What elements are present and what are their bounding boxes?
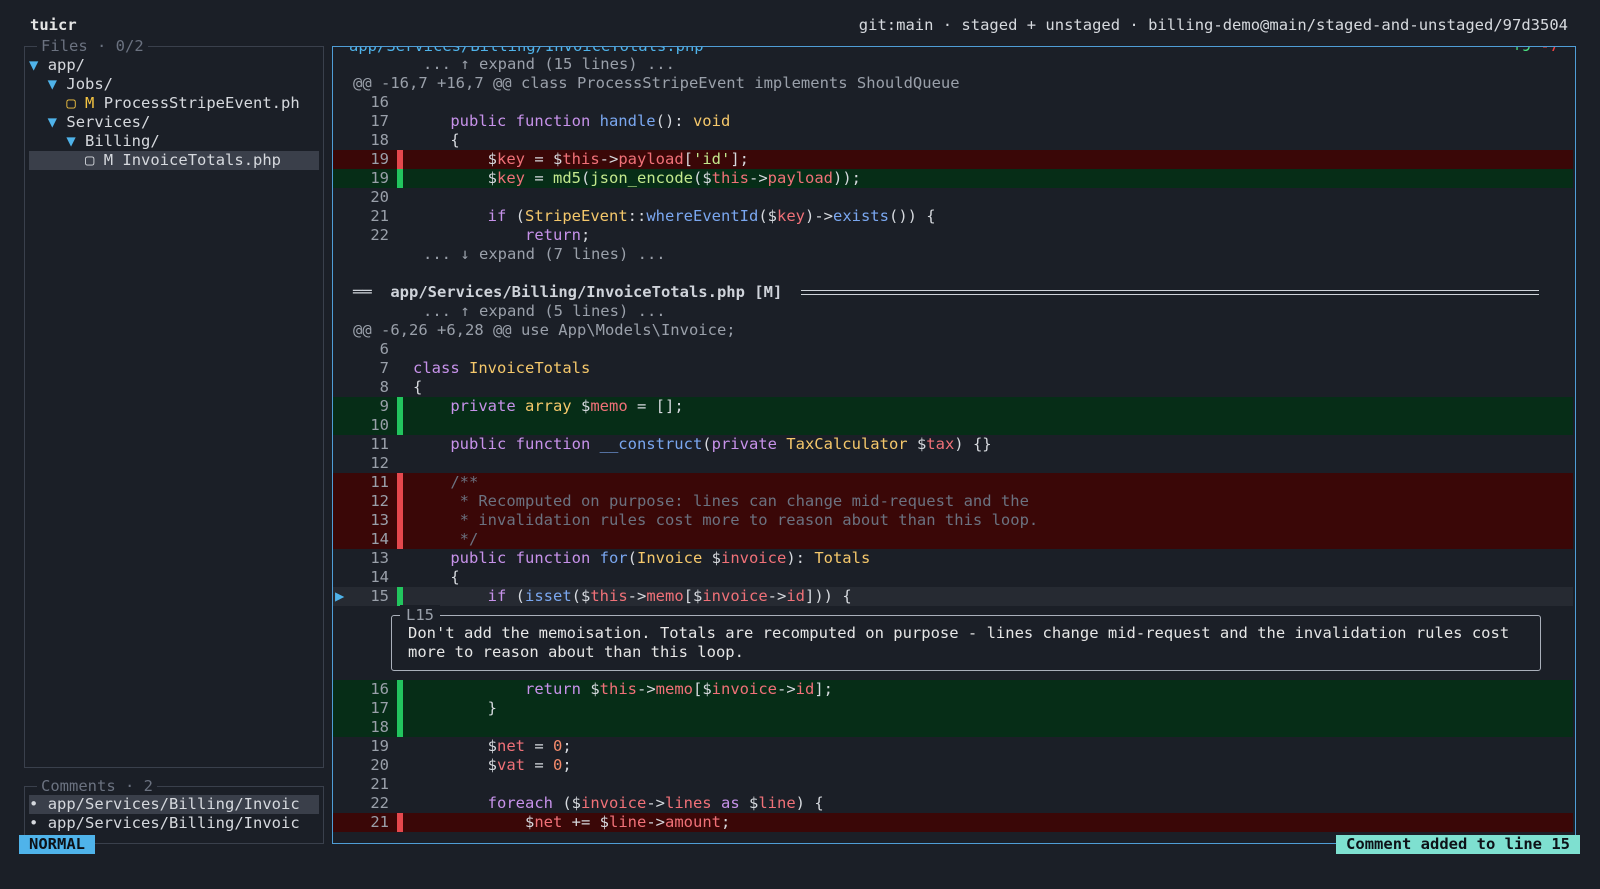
comment-item-path: app/Services/Billing/Invoic (47, 814, 300, 832)
diff-line[interactable]: 21 if (StripeEvent::whereEventId($key)->… (333, 207, 1573, 226)
tree-item-app[interactable]: ▼ app/ (29, 56, 319, 75)
expand-triangle-icon[interactable]: ▼ (29, 56, 38, 74)
tree-label: Billing/ (85, 132, 160, 150)
inline-comment-text: Don't add the memoisation. Totals are re… (408, 624, 1519, 661)
diff-line[interactable]: 22 foreach ($invoice->lines as $line) { (333, 794, 1573, 813)
diff-line-deleted[interactable]: 11 /** (333, 473, 1573, 492)
expand-down-row[interactable]: ... ↓ expand (7 lines) ... (333, 245, 1573, 264)
bullet-icon: • (29, 814, 39, 832)
cursor-arrow-icon: ▶ (335, 587, 345, 605)
expand-triangle-icon[interactable]: ▼ (48, 113, 57, 131)
hunk-header-text: @@ -16,7 +16,7 @@ class ProcessStripeEve… (353, 74, 960, 92)
tree-label: app/ (47, 56, 86, 74)
tree-item-billing[interactable]: ▼ Billing/ (29, 132, 319, 151)
diff-line-added[interactable]: 10 (333, 416, 1573, 435)
comment-item-path: app/Services/Billing/Invoic (47, 795, 300, 813)
diff-line[interactable]: 14 { (333, 568, 1573, 587)
files-panel-title: Files · 0/2 (37, 36, 148, 56)
modified-badge: M (103, 151, 114, 169)
hunk-header: @@ -16,7 +16,7 @@ class ProcessStripeEve… (333, 74, 1573, 93)
diff-line[interactable]: 7 class InvoiceTotals (333, 359, 1573, 378)
diff-line[interactable]: 20 $vat = 0; (333, 756, 1573, 775)
mode-indicator: NORMAL (19, 835, 95, 854)
tree-label: Jobs/ (66, 75, 114, 93)
expand-up-link[interactable]: ... ↑ expand (15 lines) ... (423, 55, 675, 73)
tree-label: InvoiceTotals.php (122, 151, 282, 169)
diff-line[interactable]: 19 $net = 0; (333, 737, 1573, 756)
tree-label: ProcessStripeEvent.ph (103, 94, 300, 112)
comment-list-item[interactable]: • app/Services/Billing/Invoic (29, 795, 319, 814)
diff-line-deleted[interactable]: 21 $net += $line->amount; (333, 813, 1573, 832)
app-name: tuicr (30, 16, 77, 34)
diff-line-added[interactable]: 18 (333, 718, 1573, 737)
bullet-icon: • (29, 795, 39, 813)
status-message: Comment added to line 15 (1336, 835, 1580, 854)
tree-item-services[interactable]: ▼ Services/ (29, 113, 319, 132)
expand-up-row[interactable]: ... ↑ expand (15 lines) ... (333, 55, 1573, 74)
diff-line-added[interactable]: 17 } (333, 699, 1573, 718)
inline-comment-line-label: L15 (400, 605, 440, 625)
files-panel: Files · 0/2 ▼ app/ ▼ Jobs/ ▢ M ProcessSt… (24, 36, 324, 768)
file-separator: ══ app/Services/Billing/InvoiceTotals.ph… (333, 283, 1573, 302)
review-checkbox-icon[interactable]: ▢ (66, 94, 75, 112)
inline-comment[interactable]: L15 Don't add the memoisation. Totals ar… (391, 605, 1541, 671)
comments-panel-title: Comments · 2 (37, 776, 157, 796)
diff-line-deleted[interactable]: 12 * Recomputed on purpose: lines can ch… (333, 492, 1573, 511)
tree-label: Services/ (66, 113, 151, 131)
modified-badge: M (85, 94, 95, 112)
diff-line-added[interactable]: 19 $key = md5(json_encode($this->payload… (333, 169, 1573, 188)
diff-line[interactable]: 18 { (333, 131, 1573, 150)
expand-up-link[interactable]: ... ↑ expand (5 lines) ... (423, 302, 666, 320)
expand-triangle-icon[interactable]: ▼ (48, 75, 57, 93)
diff-line[interactable]: 17 public function handle(): void (333, 112, 1573, 131)
diff-line-added[interactable]: 16 return $this->memo[$invoice->id]; (333, 680, 1573, 699)
review-checkbox-icon[interactable]: ▢ (85, 151, 94, 169)
tree-item-jobs[interactable]: ▼ Jobs/ (29, 75, 319, 94)
diff-line[interactable]: 12 (333, 454, 1573, 473)
diff-line-deleted[interactable]: 13 * invalidation rules cost more to rea… (333, 511, 1573, 530)
additions-count: +9 (1512, 46, 1531, 55)
diff-line[interactable]: 8{ (333, 378, 1573, 397)
diff-panel[interactable]: app/Services/Billing/InvoiceTotals.php +… (332, 46, 1576, 844)
diff-line[interactable]: 22 return; (333, 226, 1573, 245)
title-bar: tuicr git:main · staged + unstaged · bil… (0, 16, 1600, 36)
diff-line[interactable]: 21 (333, 775, 1573, 794)
expand-up-row[interactable]: ... ↑ expand (5 lines) ... (333, 302, 1573, 321)
tree-item-process-stripe-event[interactable]: ▢ M ProcessStripeEvent.ph (29, 94, 319, 113)
tree-item-invoice-totals[interactable]: ▢ M InvoiceTotals.php (29, 151, 319, 170)
diff-line-deleted[interactable]: 14 */ (333, 530, 1573, 549)
file-separator-label: app/Services/Billing/InvoiceTotals.php [… (390, 283, 783, 301)
git-info: git:main · staged + unstaged · billing-d… (858, 16, 1568, 34)
hunk-header: @@ -6,26 +6,28 @@ use App\Models\Invoice… (333, 321, 1573, 340)
expand-triangle-icon[interactable]: ▼ (66, 132, 75, 150)
hunk-header-text: @@ -6,26 +6,28 @@ use App\Models\Invoice… (353, 321, 736, 339)
diff-line-added[interactable]: 9 private array $memo = []; (333, 397, 1573, 416)
expand-down-link[interactable]: ... ↓ expand (7 lines) ... (423, 245, 666, 263)
comment-list-item[interactable]: • app/Services/Billing/Invoic (29, 814, 319, 833)
diff-line-current[interactable]: ▶ 15 if (isset($this->memo[$invoice->id])… (333, 587, 1573, 606)
diff-line[interactable]: 13 public function for(Invoice $invoice)… (333, 549, 1573, 568)
diff-line[interactable]: 20 (333, 188, 1573, 207)
diff-line[interactable]: 6 (333, 340, 1573, 359)
diff-line-deleted[interactable]: 19 $key = $this->payload['id']; (333, 150, 1573, 169)
diff-line[interactable]: 16 (333, 93, 1573, 112)
deletions-count: -7 (1540, 46, 1559, 55)
file-separator-left: ══ (353, 283, 372, 301)
diff-line[interactable]: 11 public function __construct(private T… (333, 435, 1573, 454)
